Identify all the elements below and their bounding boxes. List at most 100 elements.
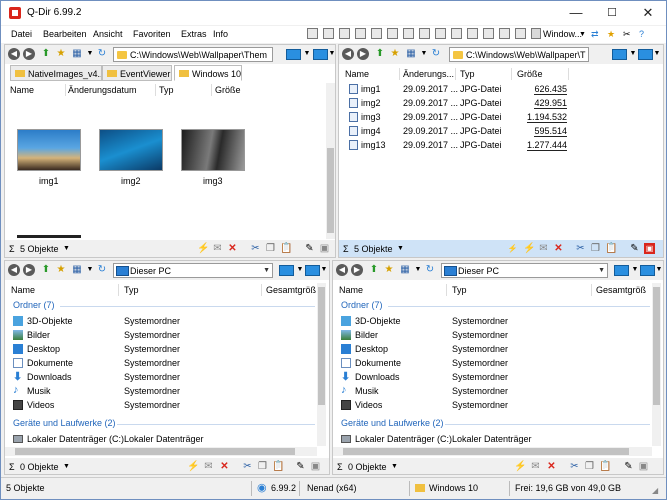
lightning-icon[interactable]: ⚡ bbox=[523, 243, 535, 254]
tab-eventviewer[interactable]: EventViewer bbox=[102, 65, 172, 81]
address-chevron-down-icon[interactable]: ▼ bbox=[263, 267, 270, 274]
forward-icon[interactable]: ▶ bbox=[23, 48, 35, 60]
globe-icon[interactable]: ◉ bbox=[257, 481, 267, 494]
table-row[interactable]: img3 29.09.2017 ... JPG-Datei 1.194.532 bbox=[339, 110, 663, 124]
monitor-icon[interactable] bbox=[279, 265, 294, 276]
mail-icon[interactable]: ✉ bbox=[538, 243, 549, 254]
layout-grid-icon[interactable] bbox=[307, 28, 318, 39]
scrollbar-thumb[interactable] bbox=[327, 148, 334, 233]
scrollbar-thumb[interactable] bbox=[318, 287, 325, 405]
copy-icon[interactable]: ❐ bbox=[590, 243, 601, 254]
back-icon[interactable]: ◀ bbox=[8, 264, 20, 276]
list-item[interactable]: Videos Systemordner bbox=[333, 398, 651, 412]
monitor-chevron-down-icon[interactable]: ▼ bbox=[301, 48, 313, 60]
pane3-horizontal-scrollbar[interactable] bbox=[5, 447, 317, 456]
refresh-icon[interactable]: ↻ bbox=[430, 48, 442, 60]
column-date[interactable]: Änderungs... bbox=[403, 69, 454, 79]
back-icon[interactable]: ◀ bbox=[336, 264, 348, 276]
forward-icon[interactable]: ▶ bbox=[357, 48, 369, 60]
list-item[interactable]: ⬇ Downloads Systemordner bbox=[5, 370, 317, 384]
scrollbar-thumb[interactable] bbox=[343, 448, 629, 455]
address-chevron-down-icon[interactable]: ▼ bbox=[598, 267, 605, 274]
layout-columns-icon[interactable] bbox=[515, 28, 526, 39]
window-icon[interactable] bbox=[531, 28, 541, 39]
monitor-icon[interactable] bbox=[612, 49, 627, 60]
scrollbar-thumb[interactable] bbox=[653, 287, 660, 405]
paste-icon[interactable]: 📋 bbox=[605, 243, 617, 254]
tab-windows10[interactable]: Windows 10 bbox=[174, 65, 242, 81]
cut-icon[interactable]: ✂ bbox=[569, 461, 580, 472]
gallery-icon[interactable]: ▣ bbox=[638, 461, 649, 472]
pane4-vertical-scrollbar[interactable] bbox=[652, 283, 661, 446]
column-name[interactable]: Name bbox=[10, 85, 34, 95]
folder-star-icon[interactable]: ★ bbox=[383, 264, 395, 276]
pane3-object-count[interactable]: 0 Objekte bbox=[20, 462, 59, 472]
cut-icon[interactable]: ✂ bbox=[250, 243, 261, 254]
list-item[interactable]: 3D-Objekte Systemordner bbox=[5, 314, 317, 328]
refresh-icon[interactable]: ↻ bbox=[96, 264, 108, 276]
list-item[interactable]: Lokaler Datenträger (C:) Lokaler Datentr… bbox=[333, 432, 651, 446]
layout-split-icon[interactable] bbox=[339, 28, 350, 39]
pane-top-right[interactable]: ◀ ▶ ⬆ ★ ▦ ▼ ↻ C:\Windows\Web\Wallpaper\T… bbox=[338, 44, 664, 258]
list-item[interactable]: ♪ Musik Systemordner bbox=[333, 384, 651, 398]
table-row[interactable]: img1 29.09.2017 ... JPG-Datei 626.435 bbox=[339, 82, 663, 96]
tab-nativeimages[interactable]: NativeImages_v4... bbox=[10, 65, 102, 81]
group-header-drives[interactable]: Geräte und Laufwerke (2) bbox=[13, 418, 116, 428]
column-size[interactable]: Größe bbox=[215, 85, 241, 95]
gallery-icon[interactable]: ▣ bbox=[319, 243, 330, 254]
pane3-address-bar[interactable]: Dieser PC ▼ bbox=[113, 263, 273, 278]
view-mode-icon[interactable]: ▦ bbox=[399, 264, 411, 276]
status-chevron-down-icon[interactable]: ▼ bbox=[63, 245, 70, 252]
layout-tree-icon[interactable] bbox=[419, 28, 430, 39]
forward-icon[interactable]: ▶ bbox=[23, 264, 35, 276]
list-item[interactable]: Dokumente Systemordner bbox=[5, 356, 317, 370]
monitor-alt-chevron-down-icon[interactable]: ▼ bbox=[653, 264, 663, 276]
edit-icon[interactable]: ✎ bbox=[295, 461, 306, 472]
lightning-icon[interactable]: ⚡ bbox=[187, 461, 199, 472]
list-item[interactable]: Desktop Systemordner bbox=[5, 342, 317, 356]
view-mode-chevron-down-icon[interactable]: ▼ bbox=[84, 48, 96, 60]
pane2-address-bar[interactable]: C:\Windows\Web\Wallpaper\T bbox=[449, 47, 589, 62]
menu-bearbeiten[interactable]: Bearbeiten bbox=[43, 29, 87, 39]
group-header-folders[interactable]: Ordner (7) bbox=[13, 300, 55, 310]
column-total-size[interactable]: Gesamtgröß bbox=[266, 285, 316, 295]
list-item[interactable]: Dokumente Systemordner bbox=[333, 356, 651, 370]
list-item[interactable]: 3D-Objekte Systemordner bbox=[333, 314, 651, 328]
tools-icon[interactable]: ✂ bbox=[623, 29, 631, 40]
menu-info[interactable]: Info bbox=[213, 29, 228, 39]
copy-icon[interactable]: ❐ bbox=[584, 461, 595, 472]
pane-top-left[interactable]: ◀ ▶ ⬆ ★ ▦ ▼ ↻ C:\Windows\Web\Wallpaper\T… bbox=[4, 44, 336, 258]
column-type[interactable]: Typ bbox=[124, 285, 139, 295]
layout-thumbs-icon[interactable] bbox=[483, 28, 494, 39]
column-divider[interactable] bbox=[568, 68, 569, 80]
column-divider[interactable] bbox=[446, 284, 447, 296]
paste-icon[interactable]: 📋 bbox=[272, 461, 284, 472]
list-item[interactable]: Bilder Systemordner bbox=[333, 328, 651, 342]
column-type[interactable]: Typ bbox=[460, 69, 475, 79]
column-divider[interactable] bbox=[591, 284, 592, 296]
gallery-icon[interactable]: ▣ bbox=[310, 461, 321, 472]
thumbnail-img3[interactable] bbox=[181, 129, 245, 171]
pane4-horizontal-scrollbar[interactable] bbox=[333, 447, 652, 456]
layout-hsplit-icon[interactable] bbox=[371, 28, 382, 39]
delete-icon[interactable]: ✕ bbox=[227, 243, 238, 254]
copy-icon[interactable]: ❐ bbox=[257, 461, 268, 472]
thumbnail-img2[interactable] bbox=[99, 129, 163, 171]
view-mode-icon[interactable]: ▦ bbox=[71, 48, 83, 60]
view-mode-icon[interactable]: ▦ bbox=[71, 264, 83, 276]
column-divider[interactable] bbox=[261, 284, 262, 296]
thumbnail-img1[interactable] bbox=[17, 129, 81, 171]
maximize-button[interactable]: ☐ bbox=[594, 1, 630, 25]
list-item[interactable]: Desktop Systemordner bbox=[333, 342, 651, 356]
pane3-vertical-scrollbar[interactable] bbox=[317, 283, 326, 446]
menu-ansicht[interactable]: Ansicht bbox=[93, 29, 123, 39]
back-icon[interactable]: ◀ bbox=[8, 48, 20, 60]
star-icon[interactable]: ★ bbox=[607, 29, 615, 40]
lightning-icon[interactable]: ⚡ bbox=[514, 461, 526, 472]
edit-icon[interactable]: ✎ bbox=[623, 461, 634, 472]
column-name[interactable]: Name bbox=[11, 285, 35, 295]
view-mode-chevron-down-icon[interactable]: ▼ bbox=[418, 48, 430, 60]
app-icon[interactable] bbox=[9, 7, 21, 19]
folder-star-icon[interactable]: ★ bbox=[55, 48, 67, 60]
mail-icon[interactable]: ✉ bbox=[530, 461, 541, 472]
